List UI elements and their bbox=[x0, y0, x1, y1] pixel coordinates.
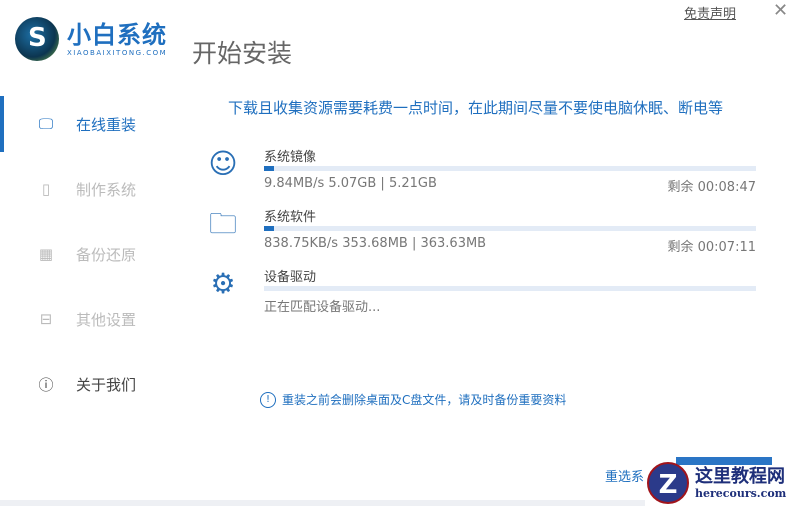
progress-bar bbox=[264, 286, 756, 291]
sidebar-item-online-reinstall[interactable]: 🖵 在线重装 bbox=[0, 96, 190, 152]
monitor-icon: 🖵 bbox=[38, 115, 54, 133]
info-icon: ! bbox=[260, 391, 276, 408]
watermark-logo-icon: Z bbox=[647, 462, 689, 504]
page-title: 开始安装 bbox=[192, 39, 293, 68]
watermark: Z 这里教程网 herecours.com bbox=[647, 462, 786, 504]
item-name: 设备驱动 bbox=[264, 270, 317, 285]
sidebar-item-make-system[interactable]: ▯ 制作系统 bbox=[0, 161, 190, 217]
backup-icon: ▦ bbox=[38, 245, 54, 263]
sidebar-item-label: 其他设置 bbox=[76, 310, 137, 329]
item-stat: 838.75KB/s 353.68MB | 363.63MB bbox=[264, 236, 487, 251]
info-icon: ⓘ bbox=[38, 375, 54, 394]
item-remaining: 剩余 00:08:47 bbox=[667, 180, 756, 195]
sidebar-item-about[interactable]: ⓘ 关于我们 bbox=[0, 356, 190, 412]
disclaimer-link[interactable]: 免责声明 bbox=[684, 3, 736, 22]
progress-bar bbox=[264, 166, 756, 171]
logo-icon bbox=[15, 17, 59, 61]
progress-fill bbox=[264, 166, 274, 171]
briefcase-icon: ⊟ bbox=[39, 310, 53, 328]
item-stat: 9.84MB/s 5.07GB | 5.21GB bbox=[264, 176, 437, 191]
watermark-url: herecours.com bbox=[695, 486, 787, 500]
logo: 小白系统 XIAOBAIXITONG.COM bbox=[15, 17, 167, 61]
progress-bar bbox=[264, 226, 756, 231]
item-name: 系统软件 bbox=[264, 210, 317, 225]
usb-icon: ▯ bbox=[41, 180, 51, 198]
logo-text: 小白系统 bbox=[67, 21, 167, 49]
sidebar-item-backup-restore[interactable]: ▦ 备份还原 bbox=[0, 226, 190, 282]
item-stat: 正在匹配设备驱动... bbox=[264, 300, 381, 315]
sidebar-item-label: 备份还原 bbox=[76, 245, 137, 264]
item-name: 系统镜像 bbox=[264, 150, 317, 165]
progress-fill bbox=[264, 226, 274, 231]
warning-text: 重装之前会删除桌面及C盘文件，请及时备份重要资料 bbox=[282, 393, 567, 407]
close-icon[interactable]: ✕ bbox=[773, 0, 788, 21]
sidebar-item-label: 在线重装 bbox=[76, 115, 137, 134]
bottom-bar bbox=[0, 500, 645, 506]
reselect-system-link[interactable]: 重选系 bbox=[605, 466, 644, 485]
sidebar-item-label: 关于我们 bbox=[76, 375, 137, 394]
logo-url: XIAOBAIXITONG.COM bbox=[67, 49, 168, 57]
sidebar-item-other-settings[interactable]: ⊟ 其他设置 bbox=[0, 291, 190, 347]
gear-icon: ⚙ bbox=[210, 267, 236, 300]
folder-icon: 🗀 bbox=[208, 207, 237, 240]
notice-text: 下载且收集资源需要耗费一点时间，在此期间尽量不要使电脑休眠、断电等 bbox=[228, 99, 724, 117]
item-remaining: 剩余 00:07:11 bbox=[667, 240, 756, 255]
face-icon: ☺ bbox=[208, 147, 238, 180]
sidebar-item-label: 制作系统 bbox=[76, 180, 137, 199]
watermark-text: 这里教程网 bbox=[695, 465, 785, 487]
warning-message: ! 重装之前会删除桌面及C盘文件，请及时备份重要资料 bbox=[260, 391, 566, 408]
